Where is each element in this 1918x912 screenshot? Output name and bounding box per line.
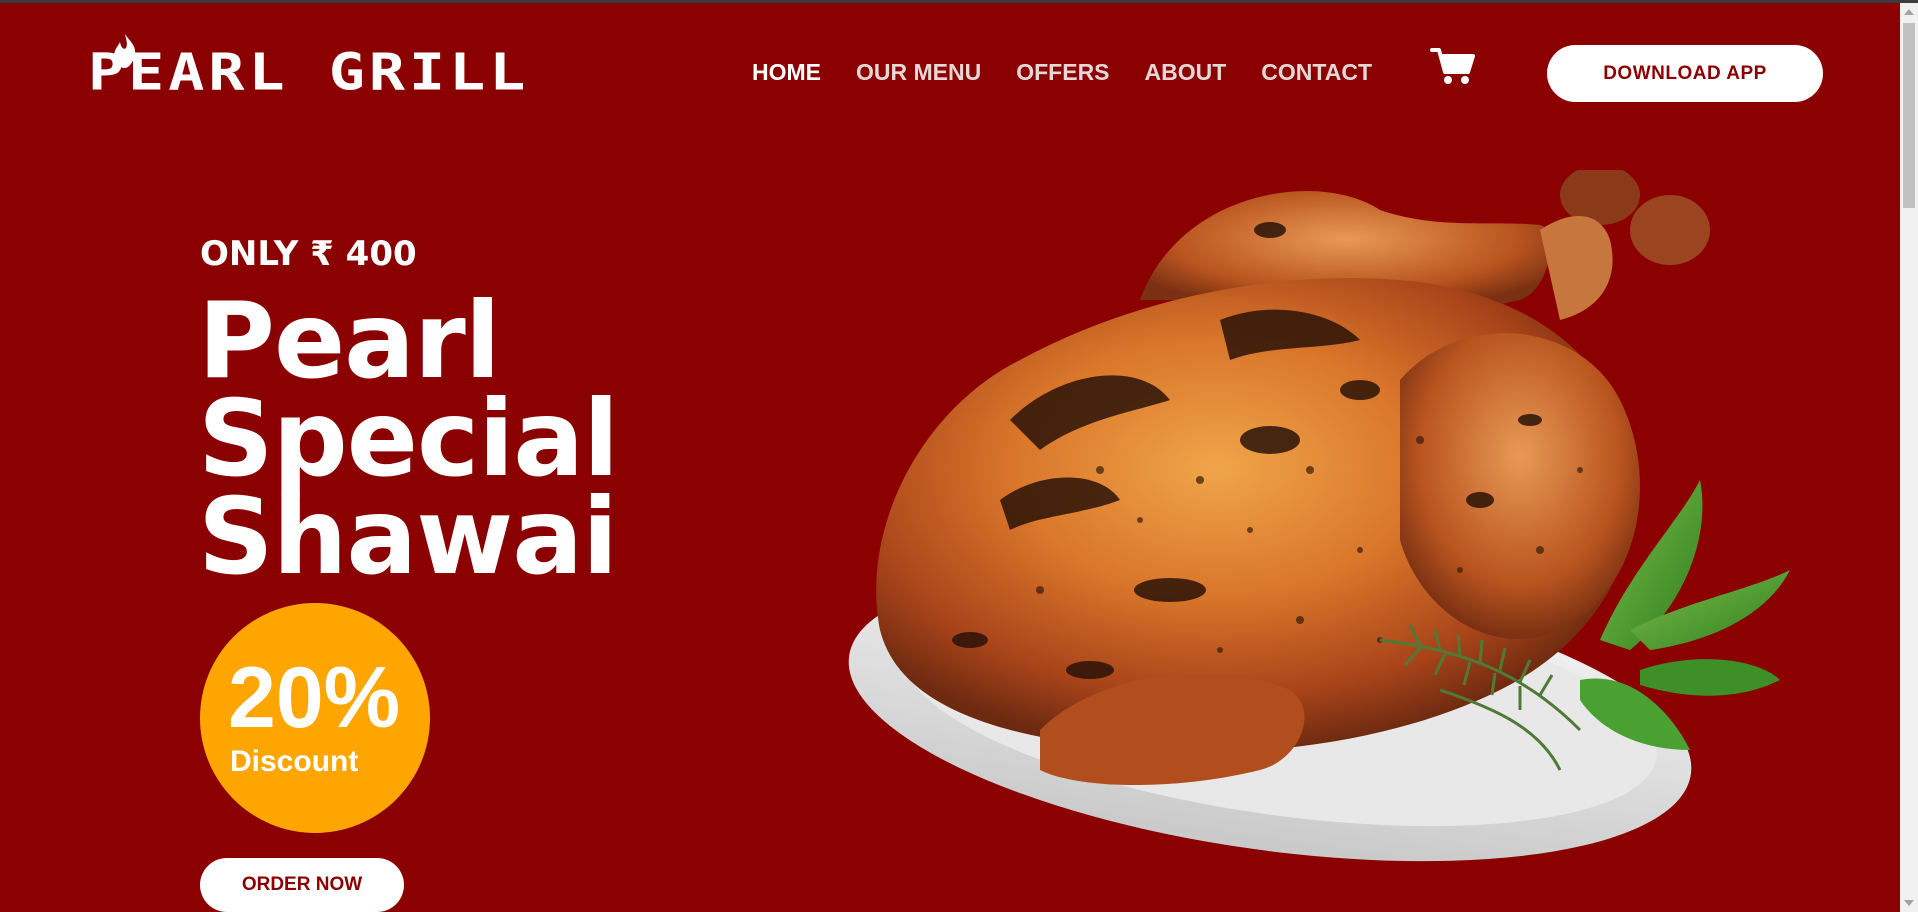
nav-offers[interactable]: OFFERS (1016, 58, 1109, 86)
scroll-down-icon[interactable] (1904, 900, 1914, 906)
nav-home[interactable]: HOME (752, 58, 821, 86)
discount-badge: 20% Discount (200, 603, 430, 833)
price-tag: ONLY ₹ 400 (200, 234, 417, 274)
scrollbar-thumb[interactable] (1903, 23, 1915, 208)
hero-title-line-2: Special (198, 378, 619, 500)
nav-contact[interactable]: CONTACT (1261, 58, 1372, 86)
order-now-button[interactable]: ORDER NOW (200, 858, 404, 912)
roasted-chicken-image (848, 170, 1790, 862)
window-top-border (0, 0, 1918, 3)
landing-page: PEARL GRILL HOME OUR MENU OFFERS ABOUT C… (0, 0, 1918, 912)
brand-name: PEARL GRILL (88, 42, 530, 103)
download-app-button[interactable]: DOWNLOAD APP (1547, 45, 1823, 102)
hero-title-line-1: Pearl (198, 280, 501, 402)
scroll-up-icon[interactable] (1904, 9, 1914, 15)
discount-value: 20% (228, 650, 401, 746)
discount-label: Discount (230, 745, 359, 778)
nav-about[interactable]: ABOUT (1145, 58, 1227, 86)
vertical-scrollbar[interactable] (1900, 3, 1918, 912)
main-nav: HOME OUR MENU OFFERS ABOUT CONTACT (752, 58, 1372, 86)
nav-our-menu[interactable]: OUR MENU (856, 58, 981, 86)
hero-title: Pearl Special Shawai (198, 280, 619, 598)
hero-title-line-3: Shawai (198, 476, 618, 598)
brand-logo[interactable]: PEARL GRILL (88, 32, 529, 102)
cart-icon[interactable] (1430, 46, 1476, 86)
